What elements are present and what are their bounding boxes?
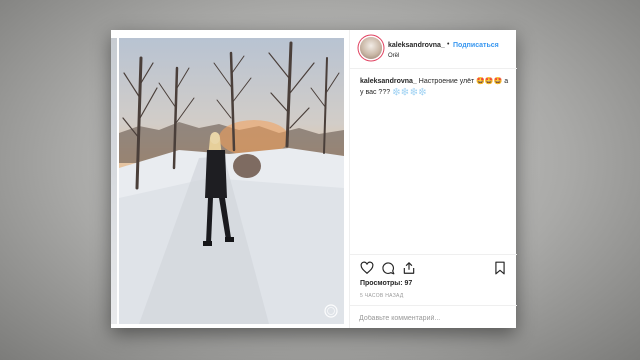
instagram-post-card: kaleksandrovna_ • Подписаться Orël kalek… bbox=[111, 30, 517, 328]
post-actions: Просмотры: 97 5 ЧАСОВ НАЗАД bbox=[350, 254, 517, 329]
bookmark-icon[interactable] bbox=[493, 261, 507, 275]
comment-icon[interactable] bbox=[381, 261, 395, 275]
add-comment-bar bbox=[350, 305, 517, 330]
post-media[interactable] bbox=[111, 30, 349, 328]
post-sidebar: kaleksandrovna_ • Подписаться Orël kalek… bbox=[349, 30, 517, 328]
previous-photo-edge bbox=[111, 38, 117, 324]
post-photo[interactable] bbox=[119, 38, 344, 324]
comment-input[interactable] bbox=[359, 312, 504, 324]
views-count[interactable]: Просмотры: 97 bbox=[360, 280, 412, 287]
post-header: kaleksandrovna_ • Подписаться Orël bbox=[350, 30, 517, 69]
share-icon[interactable] bbox=[402, 261, 416, 275]
caption: kaleksandrovna_ Настроение улёт 🤩🤩🤩 а у … bbox=[360, 76, 512, 98]
location-link[interactable]: Orël bbox=[388, 53, 399, 59]
heart-icon[interactable] bbox=[360, 261, 374, 275]
separator-dot: • bbox=[447, 41, 450, 48]
video-indicator-icon[interactable] bbox=[324, 304, 338, 318]
post-timestamp[interactable]: 5 ЧАСОВ НАЗАД bbox=[360, 293, 404, 299]
caption-username[interactable]: kaleksandrovna_ bbox=[360, 78, 417, 85]
snowy-park-photo bbox=[119, 41, 344, 324]
follow-button[interactable]: Подписаться bbox=[453, 42, 499, 49]
username-link[interactable]: kaleksandrovna_ bbox=[388, 42, 445, 49]
avatar[interactable] bbox=[360, 37, 382, 59]
